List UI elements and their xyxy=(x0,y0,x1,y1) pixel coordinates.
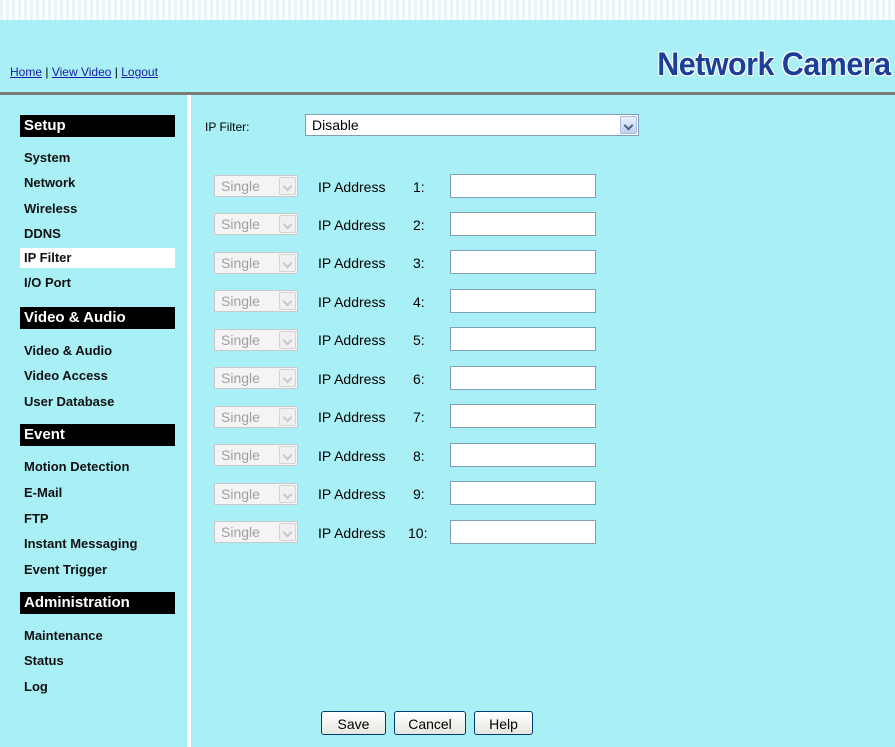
top-nav: Home | View Video | Logout xyxy=(10,65,158,79)
ip-address-label: IP Address xyxy=(318,332,386,348)
chevron-down-icon[interactable] xyxy=(279,331,296,349)
ip-type-value: Single xyxy=(221,255,260,271)
ip-type-select-1[interactable]: Single xyxy=(214,175,298,197)
ip-type-value: Single xyxy=(221,293,260,309)
sidebar-item-ftp[interactable]: FTP xyxy=(20,509,175,529)
ip-type-select-10[interactable]: Single xyxy=(214,521,298,543)
sidebar-item-system[interactable]: System xyxy=(20,148,175,168)
ip-filter-label: IP Filter: xyxy=(205,120,250,134)
sidebar-item-network[interactable]: Network xyxy=(20,173,175,193)
sidebar-item-motion-detection[interactable]: Motion Detection xyxy=(20,457,175,477)
ip-address-number: 4: xyxy=(413,294,425,310)
chevron-down-icon[interactable] xyxy=(279,408,296,426)
ip-address-label: IP Address xyxy=(318,255,386,271)
chevron-down-icon[interactable] xyxy=(279,523,296,541)
ip-filter-value: Disable xyxy=(312,117,359,133)
sidebar-item-ip-filter[interactable]: IP Filter xyxy=(20,248,175,268)
ip-address-label: IP Address xyxy=(318,486,386,502)
ip-address-label: IP Address xyxy=(318,217,386,233)
sidebar-item-video-audio[interactable]: Video & Audio xyxy=(20,341,175,361)
ip-address-number: 6: xyxy=(413,371,425,387)
ip-type-select-7[interactable]: Single xyxy=(214,406,298,428)
ip-address-number: 3: xyxy=(413,255,425,271)
ip-address-input-4[interactable] xyxy=(450,289,596,313)
ip-type-value: Single xyxy=(221,332,260,348)
logout-link[interactable]: Logout xyxy=(121,65,158,79)
ip-address-input-2[interactable] xyxy=(450,212,596,236)
ip-type-value: Single xyxy=(221,370,260,386)
section-event: Event xyxy=(20,424,175,446)
save-button[interactable]: Save xyxy=(321,711,386,735)
chevron-down-icon[interactable] xyxy=(279,177,296,195)
chevron-down-icon[interactable] xyxy=(279,215,296,233)
ip-address-input-6[interactable] xyxy=(450,366,596,390)
chevron-down-icon[interactable] xyxy=(279,292,296,310)
chevron-down-icon[interactable] xyxy=(279,369,296,387)
ip-address-number: 1: xyxy=(413,179,425,195)
chevron-down-icon[interactable] xyxy=(279,485,296,503)
ip-address-input-1[interactable] xyxy=(450,174,596,198)
ip-address-input-8[interactable] xyxy=(450,443,596,467)
ip-type-value: Single xyxy=(221,524,260,540)
ip-type-select-5[interactable]: Single xyxy=(214,329,298,351)
view-video-link[interactable]: View Video xyxy=(52,65,112,79)
ip-type-select-6[interactable]: Single xyxy=(214,367,298,389)
sidebar-item-event-trigger[interactable]: Event Trigger xyxy=(20,560,175,580)
ip-address-number: 2: xyxy=(413,217,425,233)
ip-type-value: Single xyxy=(221,486,260,502)
sidebar-item-ddns[interactable]: DDNS xyxy=(20,224,175,244)
ip-address-label: IP Address xyxy=(318,371,386,387)
ip-address-input-7[interactable] xyxy=(450,404,596,428)
ip-type-select-2[interactable]: Single xyxy=(214,213,298,235)
ip-address-number: 9: xyxy=(413,486,425,502)
ip-type-value: Single xyxy=(221,178,260,194)
ip-address-label: IP Address xyxy=(318,179,386,195)
sidebar-item-email[interactable]: E-Mail xyxy=(20,483,175,503)
section-video-audio: Video & Audio xyxy=(20,307,175,329)
sidebar-item-maintenance[interactable]: Maintenance xyxy=(20,626,175,646)
ip-address-number: 7: xyxy=(413,409,425,425)
ip-address-label: IP Address xyxy=(318,294,386,310)
ip-address-input-3[interactable] xyxy=(450,250,596,274)
ip-type-select-3[interactable]: Single xyxy=(214,252,298,274)
ip-address-input-10[interactable] xyxy=(450,520,596,544)
ip-address-label: IP Address xyxy=(318,409,386,425)
ip-address-number: 10: xyxy=(408,525,428,541)
cancel-button[interactable]: Cancel xyxy=(394,711,466,735)
sidebar-item-instant-messaging[interactable]: Instant Messaging xyxy=(20,534,175,554)
chevron-down-icon[interactable] xyxy=(279,446,296,464)
top-strip xyxy=(0,0,895,20)
chevron-down-icon[interactable] xyxy=(620,116,637,134)
brand-logo: Network Camera xyxy=(657,46,892,82)
ip-address-input-9[interactable] xyxy=(450,481,596,505)
chevron-down-icon[interactable] xyxy=(279,254,296,272)
ip-address-label: IP Address xyxy=(318,448,386,464)
ip-type-select-4[interactable]: Single xyxy=(214,290,298,312)
section-setup: Setup xyxy=(20,115,175,137)
ip-type-select-8[interactable]: Single xyxy=(214,444,298,466)
sidebar-item-io-port[interactable]: I/O Port xyxy=(20,273,175,293)
sidebar-item-user-database[interactable]: User Database xyxy=(20,392,175,412)
help-button[interactable]: Help xyxy=(474,711,533,735)
sidebar-item-wireless[interactable]: Wireless xyxy=(20,199,175,219)
sidebar: Setup System Network Wireless DDNS IP Fi… xyxy=(0,95,187,747)
sidebar-item-status[interactable]: Status xyxy=(20,651,175,671)
ip-address-label: IP Address xyxy=(318,525,386,541)
ip-type-value: Single xyxy=(221,447,260,463)
sidebar-item-log[interactable]: Log xyxy=(20,677,175,697)
section-administration: Administration xyxy=(20,592,175,614)
ip-type-value: Single xyxy=(221,216,260,232)
ip-address-number: 8: xyxy=(413,448,425,464)
ip-address-number: 5: xyxy=(413,332,425,348)
home-link[interactable]: Home xyxy=(10,65,42,79)
ip-address-input-5[interactable] xyxy=(450,327,596,351)
ip-type-select-9[interactable]: Single xyxy=(214,483,298,505)
ip-filter-select[interactable]: Disable xyxy=(305,114,639,136)
sidebar-item-video-access[interactable]: Video Access xyxy=(20,366,175,386)
ip-type-value: Single xyxy=(221,409,260,425)
